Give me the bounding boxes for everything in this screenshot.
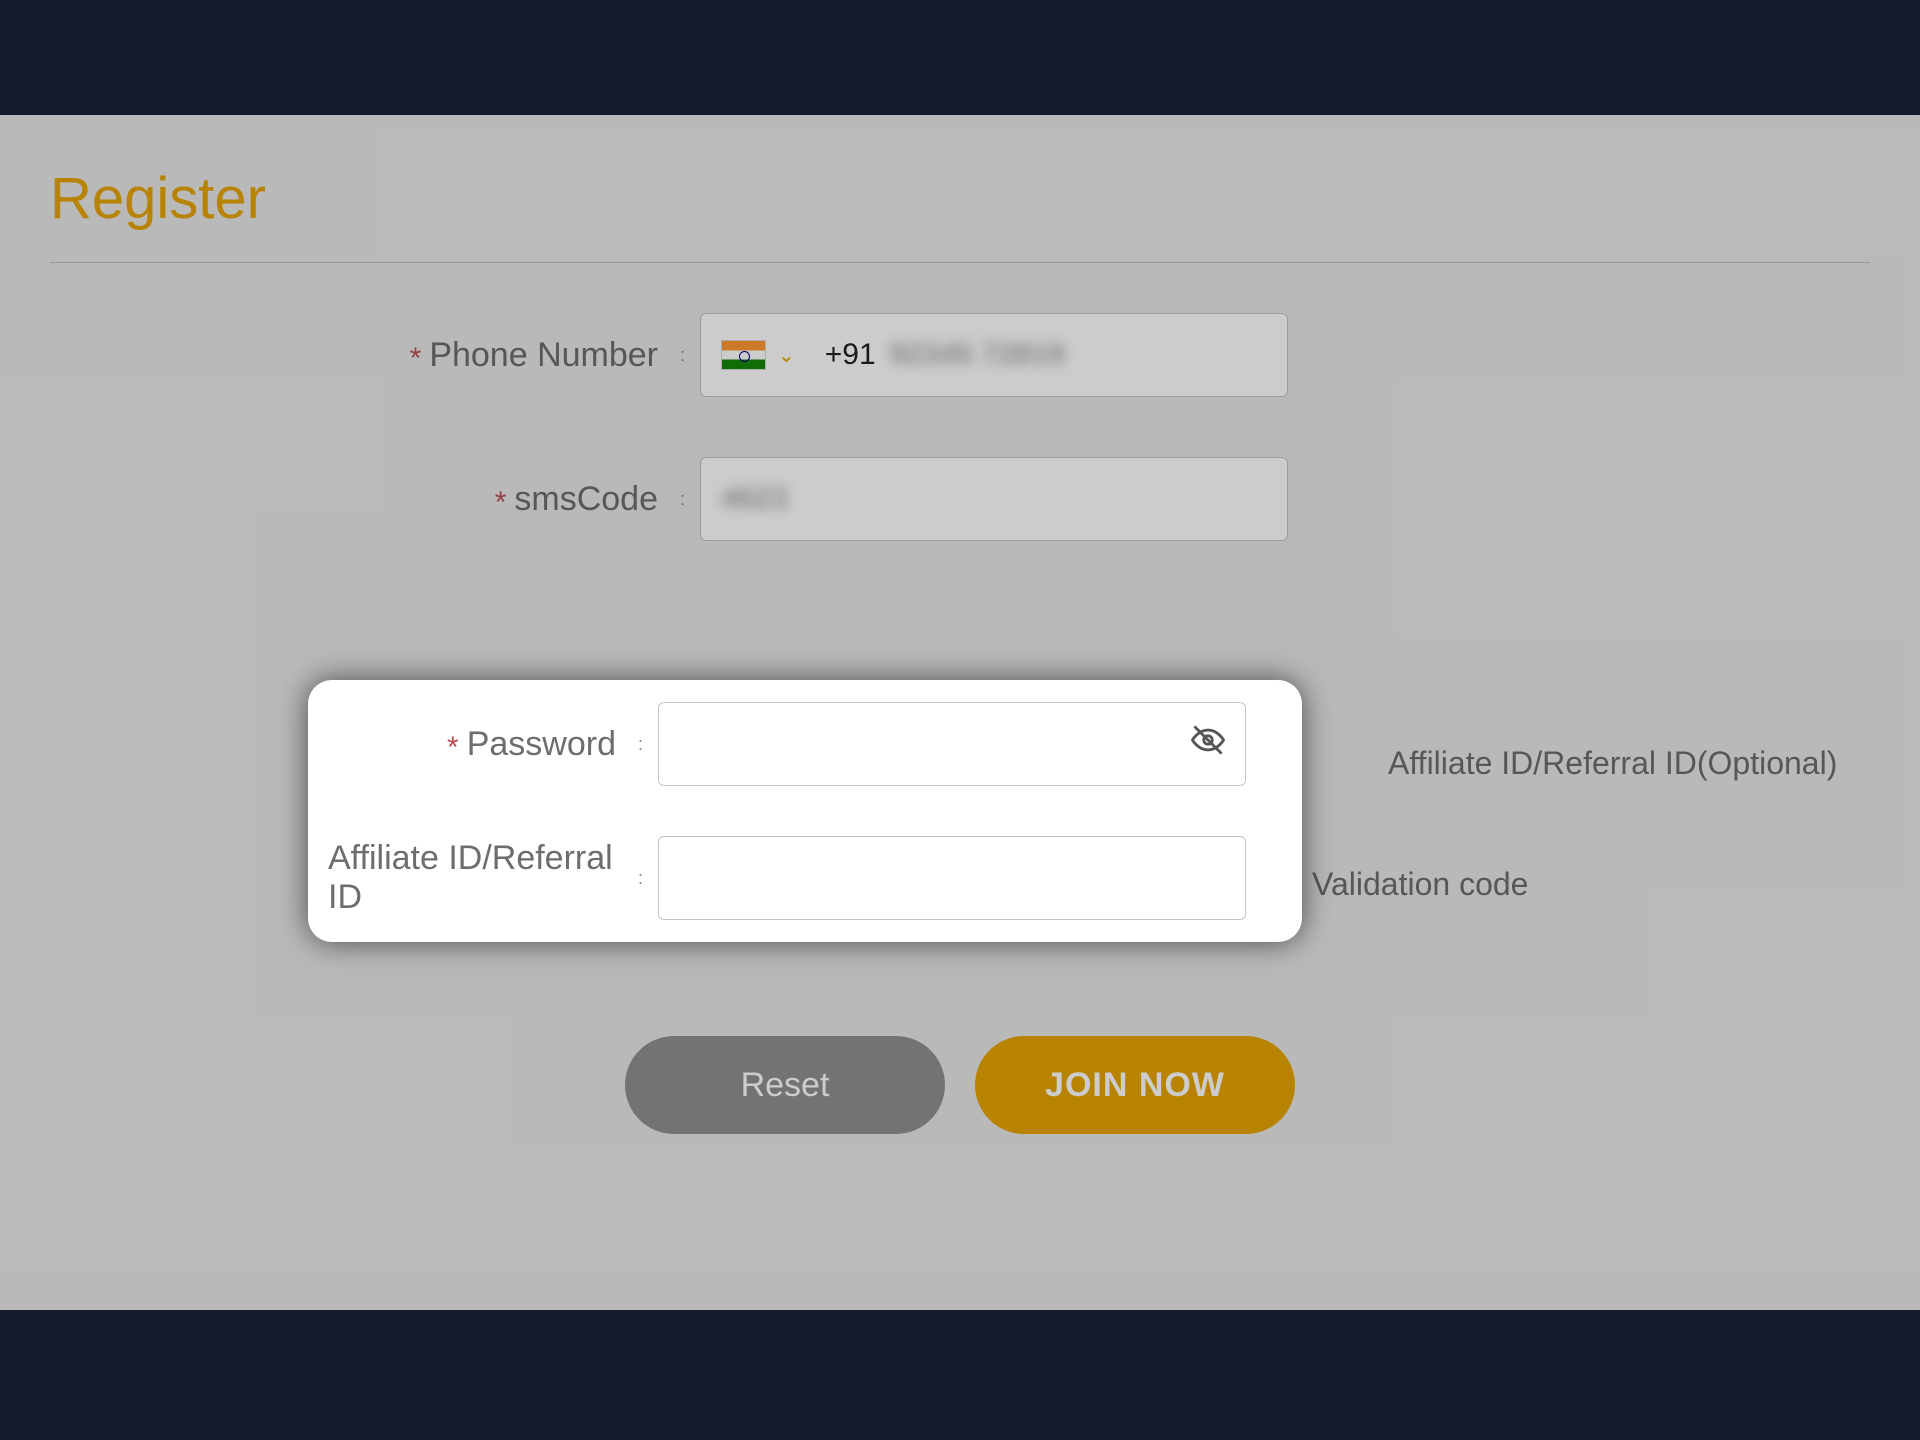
password-field: * Password : <box>328 702 1282 786</box>
flag-india-icon <box>721 340 766 370</box>
colon: : <box>680 345 685 366</box>
validation-hint: Validation code <box>1312 866 1528 903</box>
password-input-wrap <box>658 702 1246 786</box>
phone-number-masked: 92345 72819 <box>890 338 1065 372</box>
smscode-field: * smsCode : 4623 <box>50 457 1870 541</box>
phone-prefix: +91 <box>825 338 876 372</box>
page-title: Register <box>50 165 1870 232</box>
affiliate-label: Affiliate ID/Referral ID <box>328 839 616 917</box>
password-label-col: * Password <box>328 725 628 764</box>
password-label: Password <box>467 725 616 764</box>
smscode-input-wrap: 4623 <box>700 457 1288 541</box>
colon: : <box>680 489 685 510</box>
phone-label-col: * Phone Number <box>50 336 670 375</box>
phone-label: Phone Number <box>429 336 658 375</box>
affiliate-hint: Affiliate ID/Referral ID(Optional) <box>1388 745 1837 782</box>
affiliate-field: Affiliate ID/Referral ID : <box>328 836 1282 920</box>
smscode-label: smsCode <box>514 480 658 519</box>
affiliate-input[interactable] <box>679 848 1225 908</box>
top-bar <box>0 0 1920 115</box>
required-asterisk: * <box>410 342 422 376</box>
affiliate-label-col: Affiliate ID/Referral ID <box>328 839 628 917</box>
join-now-button[interactable]: JOIN NOW <box>975 1036 1295 1134</box>
smscode-masked: 4623 <box>721 482 788 516</box>
affiliate-input-wrap <box>658 836 1246 920</box>
colon: : <box>638 734 643 755</box>
required-asterisk: * <box>447 731 459 765</box>
required-asterisk: * <box>495 486 507 520</box>
separator <box>50 262 1870 263</box>
chevron-down-icon: ⌄ <box>778 343 795 368</box>
phone-input-wrap: ⌄ +91 92345 72819 <box>700 313 1288 397</box>
reset-button[interactable]: Reset <box>625 1036 945 1134</box>
password-input[interactable] <box>679 714 1225 774</box>
country-selector[interactable]: ⌄ <box>721 340 795 370</box>
page-area: Register * Phone Number : ⌄ +91 <box>0 115 1920 1310</box>
highlight-zone: * Password : Affi <box>308 680 1302 942</box>
colon: : <box>638 868 643 889</box>
smscode-label-col: * smsCode <box>50 480 670 519</box>
button-row: Reset JOIN NOW <box>50 1036 1870 1134</box>
eye-off-icon[interactable] <box>1191 723 1225 765</box>
phone-field: * Phone Number : ⌄ +91 92345 72819 <box>50 313 1870 397</box>
bottom-bar <box>0 1310 1920 1440</box>
